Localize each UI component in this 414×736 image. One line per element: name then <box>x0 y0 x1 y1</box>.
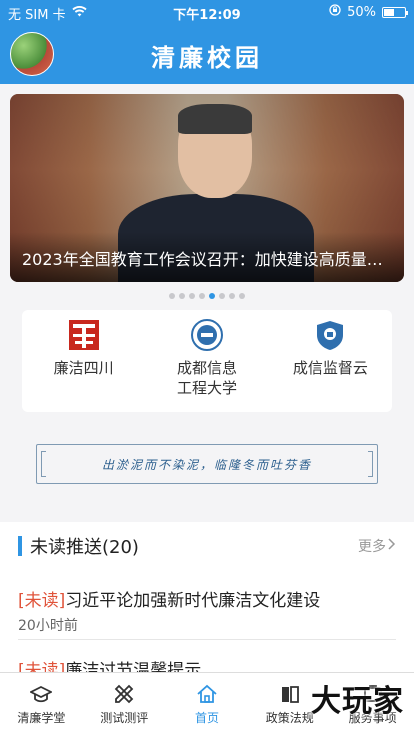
list-divider <box>18 639 396 640</box>
carousel-dot[interactable] <box>209 293 215 299</box>
section-title-text: 未读推送(20) <box>30 537 139 558</box>
banner-photo-hair <box>178 104 252 134</box>
home-icon <box>196 683 218 705</box>
section-title-bar <box>18 536 22 556</box>
more-link[interactable]: 更多 <box>358 536 396 556</box>
rotation-lock-icon <box>329 4 341 20</box>
lianjie-sichuan-logo-icon <box>67 318 101 352</box>
carousel-dot[interactable] <box>179 293 185 299</box>
app-header: 清廉校园 <box>0 24 414 84</box>
quick-links-card: 廉洁四川 成都信息 工程大学 成信监督云 <box>22 310 392 412</box>
carousel-dot[interactable] <box>189 293 195 299</box>
news-banner[interactable]: 2023年全国教育工作会议召开：加快建设高质量教育体系 <box>10 94 404 282</box>
quick-link-supervision-cloud[interactable]: 成信监督云 <box>269 310 392 412</box>
carousel-indicator <box>0 293 414 299</box>
quick-link-cuit[interactable]: 成都信息 工程大学 <box>145 310 268 412</box>
carousel-dot[interactable] <box>239 293 245 299</box>
cuit-university-seal-icon <box>190 318 224 352</box>
quick-link-label: 廉洁四川 <box>53 359 114 377</box>
status-bar: 无 SIM 卡 下午12:09 50% <box>0 0 414 24</box>
tab-label: 清廉学堂 <box>17 711 66 725</box>
pencil-ruler-icon <box>113 683 135 705</box>
unread-tag: [未读] <box>18 591 66 611</box>
news-item[interactable]: [未读]习近平论加强新时代廉洁文化建设 20小时前 <box>18 586 396 635</box>
section-header: 未读推送(20) 更多 <box>18 534 396 558</box>
slogan-text: 出淤泥而不染泥，临隆冬而吐芬香 <box>101 457 312 472</box>
chevron-right-icon <box>388 538 396 554</box>
section-title: 未读推送(20) <box>18 533 139 559</box>
page-title: 清廉校园 <box>151 43 263 72</box>
tab-label: 测试测评 <box>100 711 149 725</box>
carousel-dot[interactable] <box>199 293 205 299</box>
carousel-dot[interactable] <box>169 293 175 299</box>
carousel-dot[interactable] <box>219 293 225 299</box>
news-title: 习近平论加强新时代廉洁文化建设 <box>65 591 321 611</box>
watermark: 大玩家 <box>311 684 404 719</box>
tab-label: 首页 <box>194 711 219 725</box>
battery-percent: 50% <box>347 4 376 20</box>
supervision-cloud-shield-icon <box>313 318 347 352</box>
banner-caption: 2023年全国教育工作会议召开：加快建设高质量教育体系 <box>22 250 392 269</box>
tab-label: 政策法规 <box>265 711 314 725</box>
quick-link-lianjie-sichuan[interactable]: 廉洁四川 <box>22 310 145 412</box>
battery-icon <box>382 6 408 18</box>
news-time: 20小时前 <box>18 618 78 634</box>
tab-home[interactable]: 首页 <box>166 673 249 736</box>
book-icon <box>279 683 301 705</box>
slogan-banner: 出淤泥而不染泥，临隆冬而吐芬香 <box>36 444 378 484</box>
quick-link-label: 成都信息 工程大学 <box>176 359 237 397</box>
graduation-cap-icon <box>29 683 54 705</box>
tab-test[interactable]: 测试测评 <box>83 673 166 736</box>
quick-link-label: 成信监督云 <box>292 359 368 377</box>
tab-learning[interactable]: 清廉学堂 <box>0 673 83 736</box>
more-label: 更多 <box>358 539 386 555</box>
carousel-dot[interactable] <box>229 293 235 299</box>
